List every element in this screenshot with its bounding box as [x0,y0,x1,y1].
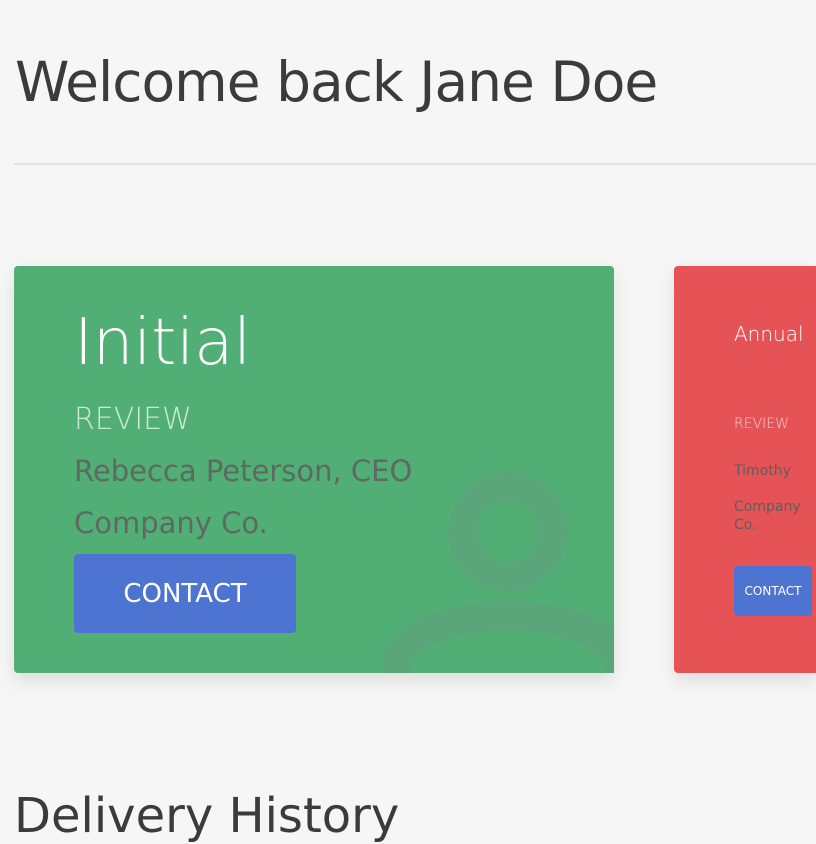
contact-button[interactable]: CONTACT [734,566,812,616]
section-title: Delivery History [14,788,400,844]
company-name: Company Co. [734,499,801,533]
company-name: Company Co. [74,506,268,540]
page-title: Welcome back Jane Doe [15,50,658,114]
review-card-initial: Initial REVIEW Rebecca Peterson, CEO Com… [14,266,614,673]
card-subtitle: REVIEW [734,416,789,432]
contact-name: Timothy [734,463,791,479]
user-icon [384,472,614,673]
card-subtitle: REVIEW [74,402,192,437]
divider [14,163,816,165]
contact-name: Rebecca Peterson, CEO [74,454,413,488]
review-card-annual: Annual REVIEW Timothy Company Co. CONTAC… [674,266,816,673]
card-title: Initial [74,306,252,380]
contact-button[interactable]: CONTACT [74,554,296,633]
card-title: Annual [734,322,804,346]
